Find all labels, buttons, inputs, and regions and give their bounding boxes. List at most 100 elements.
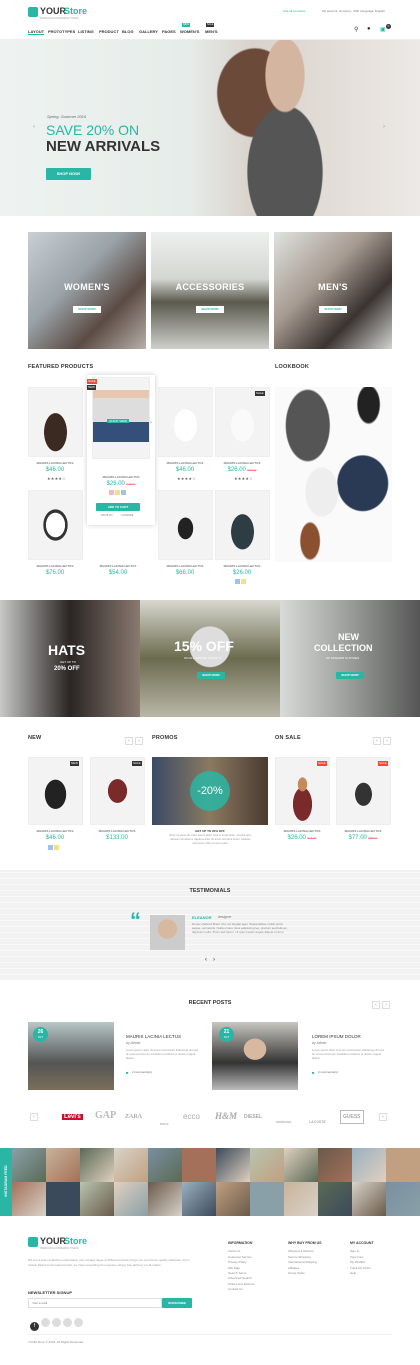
pinterest-icon[interactable] <box>63 1318 72 1327</box>
search-icon[interactable]: ⚲ <box>354 26 358 33</box>
instagram-photo[interactable] <box>148 1182 182 1216</box>
brand-diesel[interactable]: DIESEL <box>244 1114 262 1120</box>
nav-item-womens[interactable]: WOMEN'S <box>180 29 199 34</box>
instagram-photo[interactable] <box>386 1182 420 1216</box>
post-comments[interactable]: 2 comments(s) <box>132 1070 152 1074</box>
brand-hm[interactable]: H&M <box>215 1111 237 1121</box>
posts-next-arrow[interactable]: › <box>382 1001 390 1009</box>
instagram-photo[interactable] <box>12 1182 46 1216</box>
instagram-photo[interactable] <box>216 1182 250 1216</box>
instagram-photo[interactable] <box>250 1182 284 1216</box>
googleplus-icon[interactable] <box>52 1318 61 1327</box>
nav-item-listing[interactable]: LISTING <box>78 29 94 34</box>
testimonial-prev-arrow[interactable]: ‹ <box>205 957 207 963</box>
nav-item-layout[interactable]: LAYOUT <box>28 29 45 35</box>
instagram-photo[interactable] <box>352 1148 386 1182</box>
instagram-photo[interactable] <box>284 1148 318 1182</box>
blog-post[interactable]: 26 OCT MAURIS LACINIA LECTUS by Admin Lo… <box>28 1022 198 1092</box>
swatch-yellow[interactable] <box>115 490 120 495</box>
logo[interactable]: YOUR Store premium ecommerce theme <box>28 6 108 22</box>
brands-next-arrow[interactable]: › <box>379 1113 387 1121</box>
instagram-photo[interactable] <box>250 1148 284 1182</box>
swatch-blue[interactable] <box>48 845 53 850</box>
nav-item-pages[interactable]: PAGES <box>162 29 176 34</box>
nav-item-gallery[interactable]: GALLERY <box>139 29 158 34</box>
instagram-photo[interactable] <box>352 1182 386 1216</box>
nav-item-product[interactable]: PRODUCT <box>99 29 119 34</box>
category-shop-button[interactable]: SHOP NOW! <box>73 306 101 313</box>
brand-oshkosh[interactable]: OSHKOSH <box>276 1120 291 1124</box>
instagram-photo[interactable] <box>148 1148 182 1182</box>
category-womens[interactable]: WOMEN'S SHOP NOW! <box>28 232 146 349</box>
top-link-account[interactable]: My account <box>322 9 337 13</box>
footer-link[interactable]: Group Sales <box>288 1271 322 1276</box>
category-shop-button[interactable]: SHOP NOW! <box>319 306 347 313</box>
instagram-photo[interactable] <box>284 1182 318 1216</box>
nav-item-prototypes[interactable]: PROTOTYPES <box>48 29 75 34</box>
brand-ecco[interactable]: ecco <box>183 1112 200 1121</box>
promo-jackets[interactable]: 15% OFF ON ALL WINTER JACKETS SHOP NOW! <box>140 600 280 717</box>
instagram-photo[interactable] <box>80 1182 114 1216</box>
blog-post[interactable]: 21 OCT LOREM IPSUM DOLOR by Admin Lorem … <box>212 1022 392 1092</box>
top-link-currency[interactable]: Currency: USD <box>339 9 359 13</box>
instagram-photo[interactable] <box>46 1182 80 1216</box>
sale-next-arrow[interactable]: › <box>383 737 391 745</box>
sale-prev-arrow[interactable]: ‹ <box>373 737 381 745</box>
nav-item-blog[interactable]: BLOG <box>122 29 134 34</box>
instagram-photo[interactable] <box>216 1148 250 1182</box>
swatch-pink[interactable] <box>109 490 114 495</box>
brands-prev-arrow[interactable]: ‹ <box>30 1113 38 1121</box>
promos-image[interactable]: -20% <box>152 757 268 825</box>
add-to-cart-button[interactable]: ADD TO CART <box>96 503 140 511</box>
instagram-photo[interactable] <box>114 1148 148 1182</box>
swatch-yellow[interactable] <box>241 579 246 584</box>
testimonial-next-arrow[interactable]: › <box>213 957 215 963</box>
instagram-photo[interactable] <box>182 1148 216 1182</box>
footer-logo[interactable]: YOUR Store premium ecommerce theme <box>28 1236 118 1256</box>
user-icon[interactable]: ● <box>367 26 371 32</box>
newsletter-email-input[interactable] <box>28 1298 162 1308</box>
footer-link[interactable]: International Shipping <box>288 1260 322 1265</box>
instagram-photo[interactable] <box>80 1148 114 1182</box>
brand-zara[interactable]: ZARA <box>125 1114 142 1120</box>
swatch-blue[interactable] <box>121 490 126 495</box>
post-comments[interactable]: 2 comments(s) <box>318 1070 338 1074</box>
category-shop-button[interactable]: SHOP NOW! <box>196 306 224 313</box>
product-card[interactable]: MAURIS LACINIA LECTUS $46.00 ★★★★☆ <box>158 387 213 487</box>
brand-polo[interactable]: POLO <box>160 1122 169 1126</box>
category-mens[interactable]: MEN'S SHOP NOW! <box>274 232 392 349</box>
top-link-countries[interactable]: Add all countries <box>283 9 305 13</box>
quick-view-button[interactable]: QUICK VIEW <box>107 419 130 423</box>
hero-next-arrow[interactable]: › <box>383 124 385 130</box>
product-card[interactable]: SALE MAURIS LACINIA LECTUS $133.00 <box>90 757 145 857</box>
product-card[interactable]: MAURIS LACINIA LECTUS $66.00 <box>158 490 213 585</box>
product-card[interactable]: NEW MAURIS LACINIA LECTUS $46.00 <box>28 757 83 857</box>
facebook-icon[interactable]: f <box>30 1322 39 1331</box>
footer-link[interactable]: Contact Us <box>228 1287 254 1292</box>
product-card[interactable]: MAURIS LACINIA LECTUS $76.00 <box>28 490 83 585</box>
hero-prev-arrow[interactable]: ‹ <box>33 124 35 130</box>
swatch-blue[interactable] <box>235 579 240 584</box>
newsletter-subscribe-button[interactable]: SUBSCRIBE <box>162 1298 192 1308</box>
instagram-photo[interactable] <box>12 1148 46 1182</box>
instagram-photo[interactable] <box>114 1182 148 1216</box>
hero-shop-button[interactable]: SHOP NOW! <box>46 168 91 180</box>
swatch-yellow[interactable] <box>54 845 59 850</box>
promo-shop-button[interactable]: SHOP NOW! <box>197 672 225 679</box>
new-prev-arrow[interactable]: ‹ <box>125 737 133 745</box>
new-next-arrow[interactable]: › <box>135 737 143 745</box>
lookbook-image[interactable] <box>275 387 392 562</box>
youtube-icon[interactable] <box>74 1318 83 1327</box>
footer-link[interactable]: Help <box>350 1271 374 1276</box>
instagram-photo[interactable] <box>182 1182 216 1216</box>
instagram-photo[interactable] <box>318 1148 352 1182</box>
product-card[interactable]: SALE MAURIS LACINIA LECTUS $77.00 $88.00 <box>336 757 391 857</box>
product-card[interactable]: MAURIS LACINIA LECTUS $46.00 ★★★★☆ <box>28 387 83 487</box>
brand-guess[interactable]: GUESS <box>340 1110 364 1124</box>
nav-item-mens[interactable]: MEN'S <box>205 29 218 34</box>
promo-shop-button[interactable]: SHOP NOW! <box>336 672 364 679</box>
product-card[interactable]: SALE MAURIS LACINIA LECTUS $26.00 $48.00 <box>275 757 330 857</box>
promo-hats[interactable]: HATS GET UP TO 20% OFF <box>0 600 140 717</box>
product-card[interactable]: MAURIS LACINIA LECTUS $26.00 <box>215 490 270 585</box>
brand-lacoste[interactable]: LACOSTE <box>309 1120 326 1124</box>
